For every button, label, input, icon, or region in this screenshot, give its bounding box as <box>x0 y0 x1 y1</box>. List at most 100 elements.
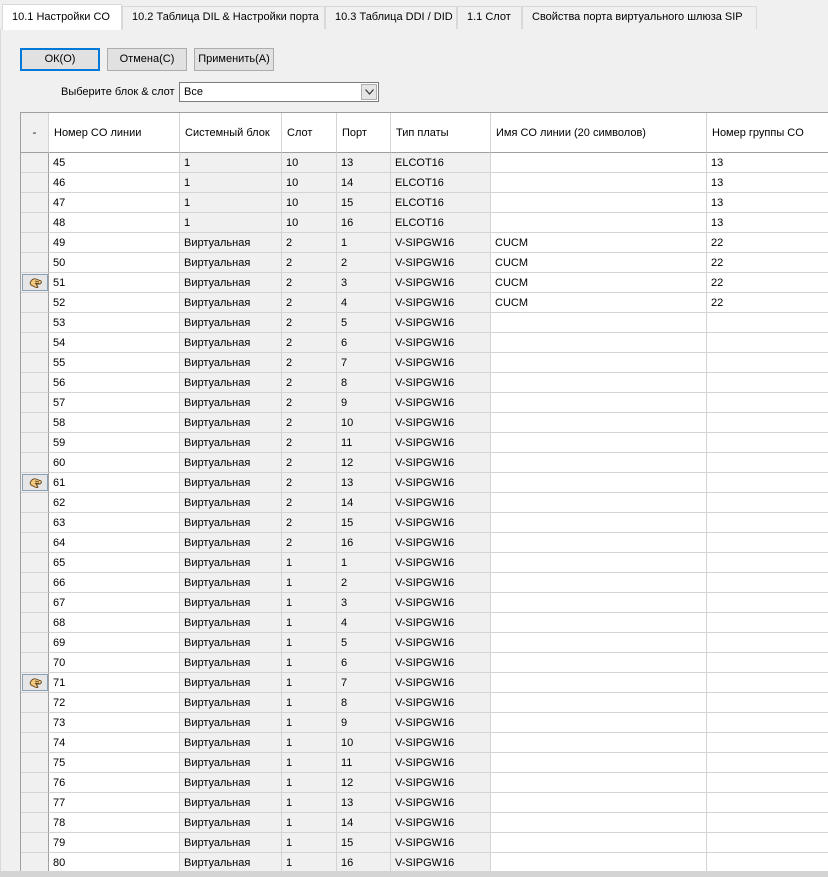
select-all-header[interactable]: - <box>21 113 49 153</box>
co-group-cell[interactable]: 22 <box>707 233 828 253</box>
row-selector[interactable] <box>21 733 49 753</box>
table-row[interactable]: 80 Виртуальная 1 16 V-SIPGW16 <box>21 853 828 873</box>
table-row[interactable]: 65 Виртуальная 1 1 V-SIPGW16 <box>21 553 828 573</box>
row-selector[interactable] <box>21 513 49 533</box>
ok-button[interactable]: ОК(O) <box>20 48 100 71</box>
table-row[interactable]: 66 Виртуальная 1 2 V-SIPGW16 <box>21 573 828 593</box>
co-group-cell[interactable] <box>707 773 828 793</box>
co-name-cell[interactable] <box>491 813 707 833</box>
row-selector[interactable] <box>21 773 49 793</box>
cancel-button[interactable]: Отмена(C) <box>107 48 187 71</box>
row-selector[interactable] <box>21 313 49 333</box>
table-row[interactable]: 58 Виртуальная 2 10 V-SIPGW16 <box>21 413 828 433</box>
co-group-cell[interactable] <box>707 353 828 373</box>
co-name-cell[interactable] <box>491 453 707 473</box>
co-group-cell[interactable] <box>707 653 828 673</box>
row-selector[interactable] <box>21 853 49 873</box>
row-selector[interactable] <box>21 593 49 613</box>
co-group-cell[interactable] <box>707 853 828 873</box>
row-selector[interactable] <box>21 273 49 293</box>
table-row[interactable]: 72 Виртуальная 1 8 V-SIPGW16 <box>21 693 828 713</box>
table-row[interactable]: 50 Виртуальная 2 2 V-SIPGW16 CUCM 22 <box>21 253 828 273</box>
co-name-cell[interactable] <box>491 693 707 713</box>
table-row[interactable]: 52 Виртуальная 2 4 V-SIPGW16 CUCM 22 <box>21 293 828 313</box>
co-name-cell[interactable] <box>491 313 707 333</box>
table-row[interactable]: 51 Виртуальная 2 3 V-SIPGW16 CUCM 22 <box>21 273 828 293</box>
table-row[interactable]: 71 Виртуальная 1 7 V-SIPGW16 <box>21 673 828 693</box>
co-name-cell[interactable] <box>491 613 707 633</box>
co-name-cell[interactable] <box>491 853 707 873</box>
row-selector[interactable] <box>21 753 49 773</box>
co-group-cell[interactable] <box>707 753 828 773</box>
co-group-cell[interactable] <box>707 573 828 593</box>
co-name-cell[interactable]: CUCM <box>491 253 707 273</box>
row-selector[interactable] <box>21 333 49 353</box>
row-selector[interactable] <box>21 193 49 213</box>
row-selector[interactable] <box>21 453 49 473</box>
row-selector[interactable] <box>21 253 49 273</box>
co-name-cell[interactable] <box>491 153 707 173</box>
co-group-cell[interactable] <box>707 593 828 613</box>
row-selector[interactable] <box>21 393 49 413</box>
co-group-cell[interactable] <box>707 473 828 493</box>
co-group-cell[interactable] <box>707 373 828 393</box>
co-name-cell[interactable] <box>491 413 707 433</box>
co-name-cell[interactable] <box>491 433 707 453</box>
co-name-cell[interactable] <box>491 333 707 353</box>
co-name-cell[interactable] <box>491 713 707 733</box>
co-name-cell[interactable] <box>491 493 707 513</box>
chevron-down-icon[interactable] <box>361 84 377 100</box>
table-row[interactable]: 63 Виртуальная 2 15 V-SIPGW16 <box>21 513 828 533</box>
row-selector[interactable] <box>21 613 49 633</box>
co-name-cell[interactable] <box>491 173 707 193</box>
table-row[interactable]: 74 Виртуальная 1 10 V-SIPGW16 <box>21 733 828 753</box>
table-row[interactable]: 67 Виртуальная 1 3 V-SIPGW16 <box>21 593 828 613</box>
co-name-cell[interactable] <box>491 553 707 573</box>
table-row[interactable]: 62 Виртуальная 2 14 V-SIPGW16 <box>21 493 828 513</box>
row-selector[interactable] <box>21 153 49 173</box>
table-row[interactable]: 73 Виртуальная 1 9 V-SIPGW16 <box>21 713 828 733</box>
co-group-cell[interactable] <box>707 513 828 533</box>
tab-sip-gateway-port[interactable]: Свойства порта виртуального шлюза SIP <box>522 6 757 29</box>
col-header-slot[interactable]: Слот <box>282 113 337 153</box>
co-group-cell[interactable] <box>707 813 828 833</box>
co-group-cell[interactable] <box>707 553 828 573</box>
row-selector[interactable] <box>21 653 49 673</box>
row-selector[interactable] <box>21 693 49 713</box>
table-row[interactable]: 79 Виртуальная 1 15 V-SIPGW16 <box>21 833 828 853</box>
row-selector[interactable] <box>21 553 49 573</box>
table-row[interactable]: 77 Виртуальная 1 13 V-SIPGW16 <box>21 793 828 813</box>
co-name-cell[interactable] <box>491 793 707 813</box>
co-group-cell[interactable] <box>707 533 828 553</box>
co-group-cell[interactable] <box>707 693 828 713</box>
co-group-cell[interactable] <box>707 673 828 693</box>
unit-slot-select[interactable]: Все <box>179 82 379 102</box>
table-row[interactable]: 64 Виртуальная 2 16 V-SIPGW16 <box>21 533 828 553</box>
co-group-cell[interactable] <box>707 713 828 733</box>
co-group-cell[interactable] <box>707 613 828 633</box>
row-selector[interactable] <box>21 573 49 593</box>
table-row[interactable]: 78 Виртуальная 1 14 V-SIPGW16 <box>21 813 828 833</box>
co-name-cell[interactable] <box>491 753 707 773</box>
row-selector[interactable] <box>21 293 49 313</box>
co-group-cell[interactable]: 13 <box>707 153 828 173</box>
row-selector[interactable] <box>21 833 49 853</box>
table-row[interactable]: 60 Виртуальная 2 12 V-SIPGW16 <box>21 453 828 473</box>
table-row[interactable]: 45 1 10 13 ELCOT16 13 <box>21 153 828 173</box>
table-row[interactable]: 56 Виртуальная 2 8 V-SIPGW16 <box>21 373 828 393</box>
col-header-port[interactable]: Порт <box>337 113 391 153</box>
co-name-cell[interactable] <box>491 533 707 553</box>
co-group-cell[interactable]: 13 <box>707 173 828 193</box>
row-selector[interactable] <box>21 213 49 233</box>
table-row[interactable]: 48 1 10 16 ELCOT16 13 <box>21 213 828 233</box>
co-group-cell[interactable] <box>707 413 828 433</box>
co-group-cell[interactable]: 22 <box>707 273 828 293</box>
table-row[interactable]: 55 Виртуальная 2 7 V-SIPGW16 <box>21 353 828 373</box>
co-group-cell[interactable] <box>707 333 828 353</box>
row-selector[interactable] <box>21 433 49 453</box>
horizontal-scrollbar[interactable] <box>0 871 828 877</box>
row-selector[interactable] <box>21 233 49 253</box>
tab-co-settings[interactable]: 10.1 Настройки CO <box>2 4 122 30</box>
row-selector[interactable] <box>21 713 49 733</box>
co-name-cell[interactable]: CUCM <box>491 293 707 313</box>
